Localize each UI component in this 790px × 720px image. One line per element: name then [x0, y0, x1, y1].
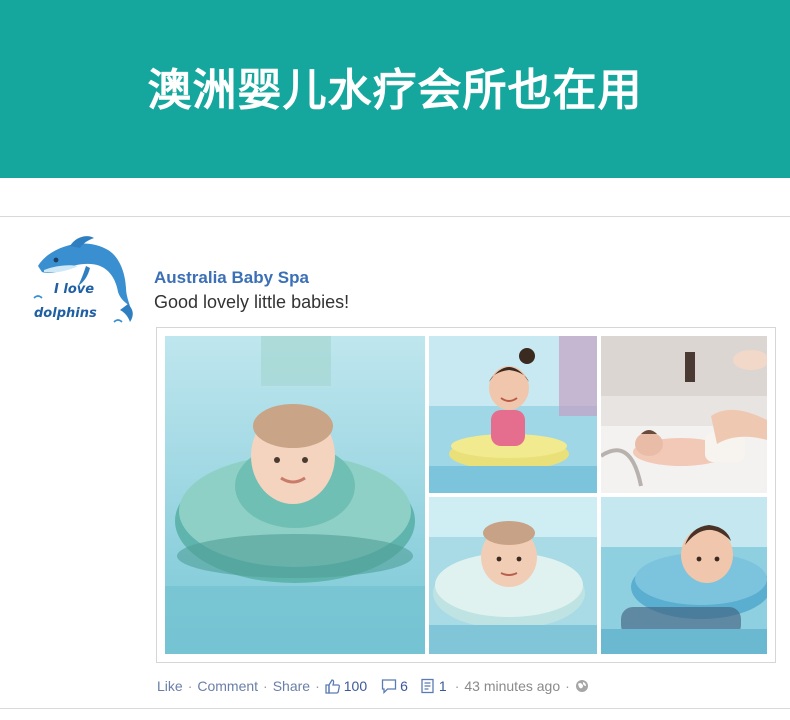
separator: · [454, 678, 460, 694]
photo-gallery [156, 327, 776, 663]
share-link[interactable]: Share [273, 678, 310, 694]
photo-toddler-yellow-ring[interactable] [429, 336, 597, 493]
separator: · [315, 678, 320, 694]
globe-icon[interactable] [575, 679, 589, 693]
divider-bottom [0, 708, 790, 709]
photo-newborn-massage[interactable] [601, 336, 767, 493]
banner-title: 澳洲婴儿水疗会所也在用 [147, 65, 643, 116]
post-text: Good lovely little babies! [154, 292, 350, 312]
thumbs-up-icon[interactable] [325, 678, 341, 694]
separator: · [565, 678, 570, 694]
logo-text-line1: I love [54, 282, 95, 297]
share-count: 1 [438, 678, 447, 694]
share-icon[interactable] [420, 678, 436, 694]
separator: · [263, 678, 268, 694]
divider-top [0, 216, 790, 217]
like-count: 100 [343, 678, 368, 694]
header-banner: 澳洲婴儿水疗会所也在用 [0, 0, 790, 178]
like-link[interactable]: Like [157, 678, 183, 694]
photo-baby-neck-float-small[interactable] [429, 497, 597, 654]
photo-baby-blue-neck-float[interactable] [601, 497, 767, 654]
logo-text-line2: dolphins [34, 306, 97, 321]
comment-link[interactable]: Comment [197, 678, 258, 694]
separator: · [187, 678, 193, 694]
profile-avatar[interactable]: I love dolphins [30, 236, 136, 332]
post-timestamp[interactable]: 43 minutes ago [464, 678, 560, 694]
post-author-name[interactable]: Australia Baby Spa [154, 268, 309, 288]
post-actions-bar: Like · Comment · Share · 100 6 1 · 43 mi… [157, 676, 589, 696]
comment-icon[interactable] [381, 678, 397, 694]
comment-count: 6 [400, 678, 408, 694]
photo-baby-neck-float-large[interactable] [165, 336, 425, 654]
